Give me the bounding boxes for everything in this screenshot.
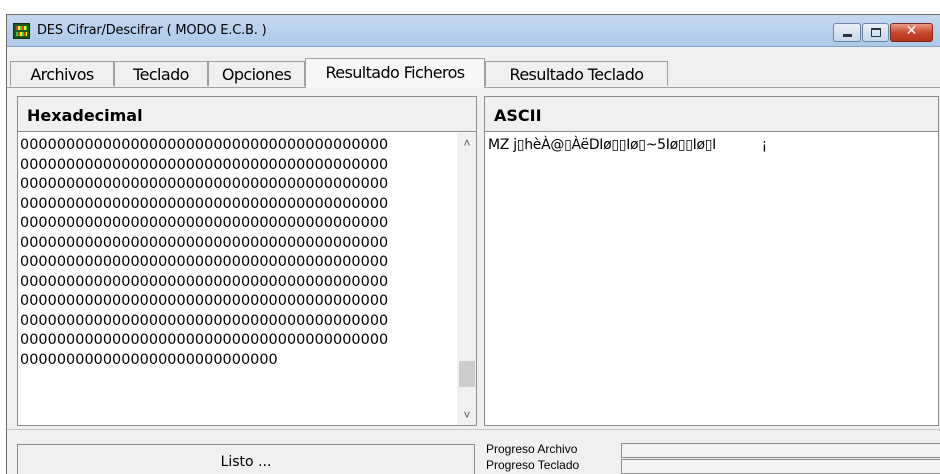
- hex-line: 0000000000000000000000000000000000000000: [20, 156, 389, 173]
- ascii-pane: ASCII MZ j▯hèÀ@▯ÀëDIø▯▯Iø▯~5Iø▯▯Iø▯I ¡: [484, 96, 939, 426]
- close-icon: ✕: [905, 23, 918, 39]
- tab-resultado-ficheros[interactable]: Resultado Ficheros: [305, 58, 485, 88]
- hex-line: 0000000000000000000000000000000000000000: [20, 215, 389, 231]
- progress-archivo-label: Progreso Archivo: [486, 442, 578, 456]
- tab-opciones[interactable]: Opciones: [208, 61, 305, 86]
- hexadecimal-pane: Hexadecimal 0000000000000000000000000000…: [17, 96, 477, 426]
- scroll-down-icon[interactable]: ˅: [457, 405, 477, 425]
- ascii-header: ASCII: [485, 97, 938, 132]
- maximize-icon: [871, 28, 881, 37]
- hex-line: 0000000000000000000000000000000000000000: [20, 332, 389, 348]
- app-icon[interactable]: [13, 23, 30, 39]
- status-message: Listo ...: [17, 444, 475, 474]
- hexadecimal-header: Hexadecimal: [18, 97, 476, 132]
- hex-line: 0000000000000000000000000000000000000000: [20, 234, 389, 251]
- hex-line: 0000000000000000000000000000000000000000: [20, 312, 389, 329]
- maximize-button[interactable]: [862, 23, 889, 42]
- hex-line: 0000000000000000000000000000000000000000: [20, 195, 389, 212]
- hex-line: 0000000000000000000000000000000000000000: [20, 176, 389, 192]
- tab-resultado-teclado[interactable]: Resultado Teclado: [485, 61, 668, 86]
- hex-line: 0000000000000000000000000000000000000000: [20, 137, 389, 153]
- hex-scrollbar[interactable]: ˄ ˅: [456, 133, 476, 425]
- progress-teclado-label: Progreso Teclado: [486, 458, 580, 472]
- hexadecimal-textbox[interactable]: 0000000000000000000000000000000000000000…: [18, 133, 476, 425]
- scroll-up-icon[interactable]: ˄: [457, 133, 477, 153]
- hex-line: 0000000000000000000000000000000000000000: [20, 254, 389, 270]
- close-button[interactable]: ✕: [890, 23, 933, 42]
- minimize-button[interactable]: [833, 23, 861, 42]
- main-window: DES Cifrar/Descifrar ( MODO E.C.B. ) ✕ A…: [6, 14, 940, 474]
- progress-teclado-bar: [621, 459, 940, 474]
- hex-line: 0000000000000000000000000000: [20, 351, 278, 368]
- tab-panel-resultado-ficheros: Hexadecimal 0000000000000000000000000000…: [7, 87, 940, 427]
- hex-line: 0000000000000000000000000000000000000000: [20, 273, 389, 290]
- window-title: DES Cifrar/Descifrar ( MODO E.C.B. ): [37, 23, 267, 38]
- hex-lines: 0000000000000000000000000000000000000000…: [20, 136, 458, 370]
- tab-archivos[interactable]: Archivos: [10, 61, 114, 86]
- tab-teclado[interactable]: Teclado: [114, 61, 208, 86]
- title-bar[interactable]: DES Cifrar/Descifrar ( MODO E.C.B. ) ✕: [7, 15, 940, 47]
- scroll-thumb[interactable]: [459, 361, 475, 387]
- status-bar: Listo ... Progreso Archivo Progreso Tecl…: [7, 429, 940, 474]
- minimize-icon: [843, 34, 852, 37]
- ascii-text: MZ j▯hèÀ@▯ÀëDIø▯▯Iø▯~5Iø▯▯Iø▯I ¡: [488, 137, 767, 153]
- progress-archivo-bar: [621, 443, 940, 458]
- ascii-textbox[interactable]: MZ j▯hèÀ@▯ÀëDIø▯▯Iø▯~5Iø▯▯Iø▯I ¡: [485, 133, 938, 425]
- hex-line: 0000000000000000000000000000000000000000: [20, 293, 389, 309]
